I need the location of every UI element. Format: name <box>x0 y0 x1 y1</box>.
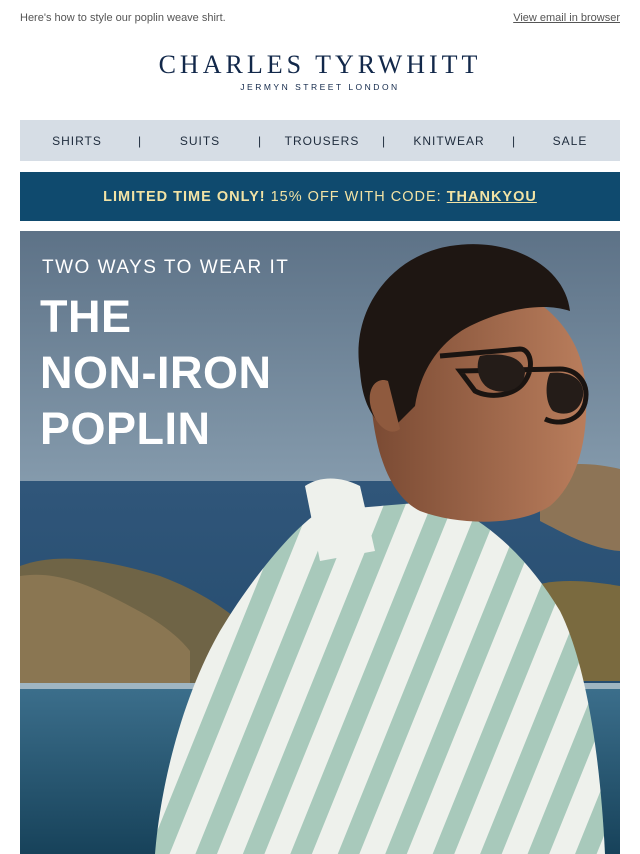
hero-eyebrow: TWO WAYS TO WEAR IT <box>42 257 290 278</box>
hero-headline-line: POPLIN <box>40 403 211 454</box>
brand-logo[interactable]: CHARLES TYRWHITT JERMYN STREET LONDON <box>0 50 640 92</box>
nav-separator: | <box>511 133 517 148</box>
nav-separator: | <box>381 133 387 148</box>
preheader-text: Here's how to style our poplin weave shi… <box>20 12 226 24</box>
brand-name: CHARLES TYRWHITT <box>158 50 482 79</box>
view-in-browser-link[interactable]: View email in browser <box>513 12 620 24</box>
promo-offer: 15% OFF WITH CODE: <box>270 188 442 205</box>
nav-item-knitwear[interactable]: KNITWEAR <box>390 134 508 148</box>
nav-separator: | <box>257 133 263 148</box>
hero-banner[interactable]: TWO WAYS TO WEAR IT THE NON-IRON POPLIN <box>20 231 620 854</box>
hero-headline: THE NON-IRON POPLIN <box>40 289 271 457</box>
brand-tagline: JERMYN STREET LONDON <box>240 82 400 92</box>
nav-item-trousers[interactable]: TROUSERS <box>266 134 378 148</box>
hero-headline-line: NON-IRON <box>40 347 272 398</box>
nav-item-shirts[interactable]: SHIRTS <box>20 134 134 148</box>
main-nav: SHIRTS | SUITS | TROUSERS | KNITWEAR | S… <box>20 120 620 161</box>
nav-item-sale[interactable]: SALE <box>520 134 620 148</box>
promo-banner[interactable]: LIMITED TIME ONLY! 15% OFF WITH CODE: TH… <box>20 172 620 221</box>
hero-headline-line: THE <box>40 291 132 342</box>
promo-lead: LIMITED TIME ONLY! <box>103 188 266 205</box>
preheader: Here's how to style our poplin weave shi… <box>20 12 620 26</box>
nav-item-suits[interactable]: SUITS <box>146 134 254 148</box>
promo-code[interactable]: THANKYOU <box>447 189 537 205</box>
nav-separator: | <box>137 133 143 148</box>
